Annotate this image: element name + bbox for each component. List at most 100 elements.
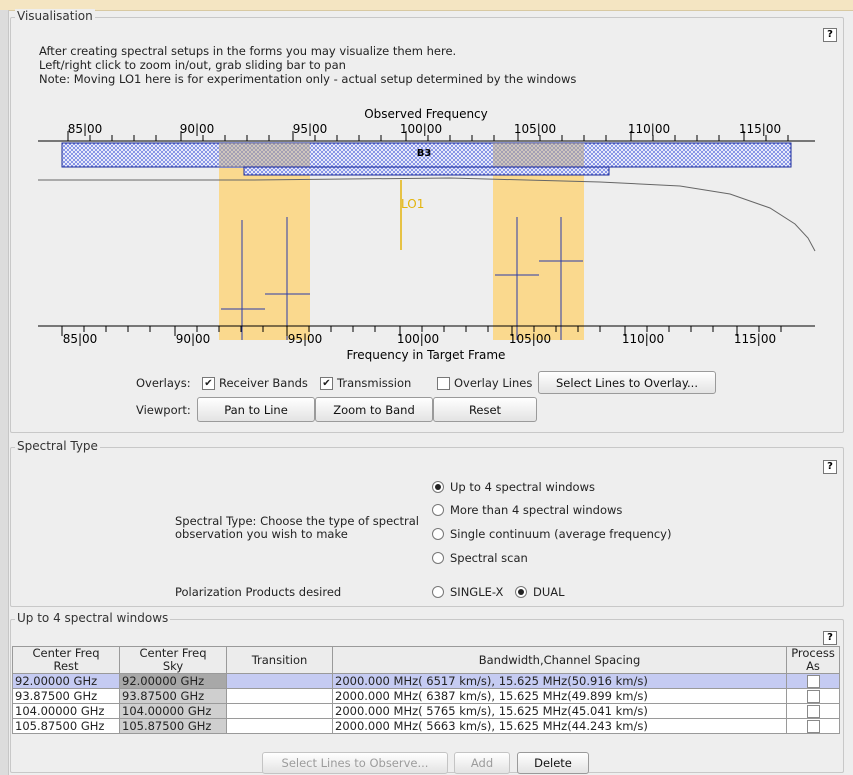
radio-label: SINGLE-X	[450, 585, 504, 599]
radio-up-to-4-windows[interactable]: Up to 4 spectral windows	[432, 480, 595, 494]
cell-rest-freq[interactable]: 93.87500 GHz	[12, 688, 120, 704]
cell-transition[interactable]	[226, 718, 333, 734]
cell-rest-freq[interactable]: 92.00000 GHz	[12, 673, 120, 689]
process-checkbox[interactable]	[806, 690, 820, 703]
cell-bandwidth[interactable]: 2000.000 MHz( 6387 km/s), 15.625 MHz(49.…	[332, 688, 787, 704]
cell-rest-freq[interactable]: 104.00000 GHz	[12, 703, 120, 719]
col-header-bandwidth[interactable]: Bandwidth,Channel Spacing	[332, 646, 787, 674]
bottom-tick-label-90: 90|00	[176, 332, 211, 346]
process-checkbox[interactable]	[806, 705, 820, 718]
overlays-label: Overlays:	[136, 376, 191, 390]
top-tick-label-115: 115|00	[739, 122, 781, 136]
receiver-bands-checkbox[interactable]: ✔ Receiver Bands	[202, 376, 308, 390]
process-checkbox[interactable]	[806, 720, 820, 733]
band-label: B3	[417, 148, 432, 159]
col-header-rest[interactable]: Center Freq Rest	[12, 646, 120, 674]
lower-sideband	[219, 168, 310, 340]
add-button[interactable]: Add	[454, 752, 510, 774]
cell-sky-freq[interactable]: 105.87500 GHz	[119, 718, 227, 734]
polarization-label: Polarization Products desired	[175, 585, 342, 599]
radio-more-than-4-windows[interactable]: More than 4 spectral windows	[432, 503, 622, 517]
spectral-type-panel: Spectral Type ?	[10, 439, 844, 607]
cell-sky-freq[interactable]: 93.87500 GHz	[119, 688, 227, 704]
pan-to-line-button[interactable]: Pan to Line	[197, 397, 315, 422]
cell-sky-freq[interactable]: 104.00000 GHz	[119, 703, 227, 719]
table-row[interactable]: 105.87500 GHz 105.87500 GHz 2000.000 MHz…	[12, 718, 840, 734]
radio-single-continuum[interactable]: Single continuum (average frequency)	[432, 527, 671, 541]
help-icon[interactable]: ?	[823, 460, 837, 474]
header-line: As	[806, 659, 820, 673]
radio-single-x[interactable]: SINGLE-X	[432, 585, 503, 599]
top-tick-label-110: 110|00	[628, 122, 670, 136]
cell-bandwidth[interactable]: 2000.000 MHz( 5765 km/s), 15.625 MHz(45.…	[332, 703, 787, 719]
top-tick-label-95: 95|00	[293, 122, 328, 136]
cell-transition[interactable]	[226, 703, 333, 719]
transmission-checkmark: ✔	[320, 376, 333, 390]
radio-button	[432, 528, 444, 540]
bottom-tick-label-105: 105|00	[509, 332, 551, 346]
help-icon[interactable]: ?	[823, 28, 837, 42]
radio-label: Spectral scan	[450, 551, 528, 565]
radio-label: Single continuum (average frequency)	[450, 527, 672, 541]
spectral-type-prompt-line2: observation you wish to make	[175, 527, 348, 541]
spectral-type-legend: Spectral Type	[15, 439, 100, 453]
visualisation-legend: Visualisation	[15, 9, 95, 23]
bottom-axis-title: Frequency in Target Frame	[347, 348, 506, 362]
help-icon[interactable]: ?	[823, 631, 837, 645]
top-axis-title: Observed Frequency	[364, 107, 488, 121]
overlay-lines-label: Overlay Lines	[454, 376, 533, 390]
process-checkbox[interactable]	[806, 675, 820, 688]
cell-process	[786, 703, 840, 719]
upper-sideband-band-overlay	[493, 143, 584, 167]
spectral-windows-table: Center Freq Rest Center Freq Sky Transitio…	[12, 646, 840, 734]
transmission-curve	[38, 177, 816, 252]
bottom-tick-label-115: 115|00	[734, 332, 776, 346]
table-row[interactable]: 93.87500 GHz 93.87500 GHz 2000.000 MHz( …	[12, 688, 840, 704]
radio-button	[432, 586, 444, 598]
cell-rest-freq[interactable]: 105.87500 GHz	[12, 718, 120, 734]
radio-dual[interactable]: DUAL	[515, 585, 565, 599]
reset-button[interactable]: Reset	[433, 397, 537, 422]
receiver-bands-label: Receiver Bands	[219, 376, 308, 390]
zoom-to-band-button[interactable]: Zoom to Band	[315, 397, 433, 422]
radio-label: More than 4 spectral windows	[450, 503, 623, 517]
cell-process	[786, 688, 840, 704]
lower-sideband-band-overlay	[219, 143, 310, 167]
bottom-tick-label-100: 100|00	[397, 332, 439, 346]
col-header-sky[interactable]: Center Freq Sky	[119, 646, 227, 674]
bottom-tick-label-85: 85|00	[63, 332, 98, 346]
cell-bandwidth[interactable]: 2000.000 MHz( 5663 km/s), 15.625 MHz(44.…	[332, 718, 787, 734]
top-tick-label-100: 100|00	[400, 122, 442, 136]
cell-transition[interactable]	[226, 688, 333, 704]
top-tick-label-105: 105|00	[514, 122, 556, 136]
select-lines-to-overlay-button[interactable]: Select Lines to Overlay...	[538, 371, 716, 394]
radio-button	[432, 504, 444, 516]
top-tick-label-90: 90|00	[180, 122, 215, 136]
cell-sky-freq[interactable]: 92.00000 GHz	[119, 673, 227, 689]
top-tick-label-85: 85|00	[68, 122, 103, 136]
delete-button[interactable]: Delete	[517, 752, 589, 774]
receiver-bands-checkmark: ✔	[202, 376, 215, 390]
cell-process	[786, 718, 840, 734]
viewport-label: Viewport:	[136, 403, 191, 417]
spectral-windows-legend: Up to 4 spectral windows	[15, 611, 171, 625]
spectral-type-prompt-line1: Spectral Type: Choose the type of spectr…	[175, 514, 419, 528]
radio-button	[432, 481, 444, 493]
cell-bandwidth[interactable]: 2000.000 MHz( 6517 km/s), 15.625 MHz(50.…	[332, 673, 787, 689]
bottom-tick-label-110: 110|00	[622, 332, 664, 346]
overlay-lines-checkbox[interactable]: Overlay Lines	[437, 376, 532, 390]
upper-sideband	[493, 168, 584, 340]
radio-label: Up to 4 spectral windows	[450, 480, 595, 494]
bottom-tick-label-95: 95|00	[288, 332, 323, 346]
col-header-process[interactable]: Process As	[786, 646, 840, 674]
radio-button	[515, 586, 527, 598]
table-row[interactable]: 92.00000 GHz 92.00000 GHz 2000.000 MHz( …	[12, 673, 840, 689]
cell-transition[interactable]	[226, 673, 333, 689]
select-lines-to-observe-button[interactable]: Select Lines to Observe...	[262, 752, 448, 774]
transmission-checkbox[interactable]: ✔ Transmission	[320, 376, 411, 390]
radio-spectral-scan[interactable]: Spectral scan	[432, 551, 528, 565]
table-row[interactable]: 104.00000 GHz 104.00000 GHz 2000.000 MHz…	[12, 703, 840, 719]
table-header-row: Center Freq Rest Center Freq Sky Transitio…	[12, 646, 840, 674]
col-header-transition[interactable]: Transition	[226, 646, 333, 674]
intro-line-2: Left/right click to zoom in/out, grab sl…	[39, 58, 346, 72]
